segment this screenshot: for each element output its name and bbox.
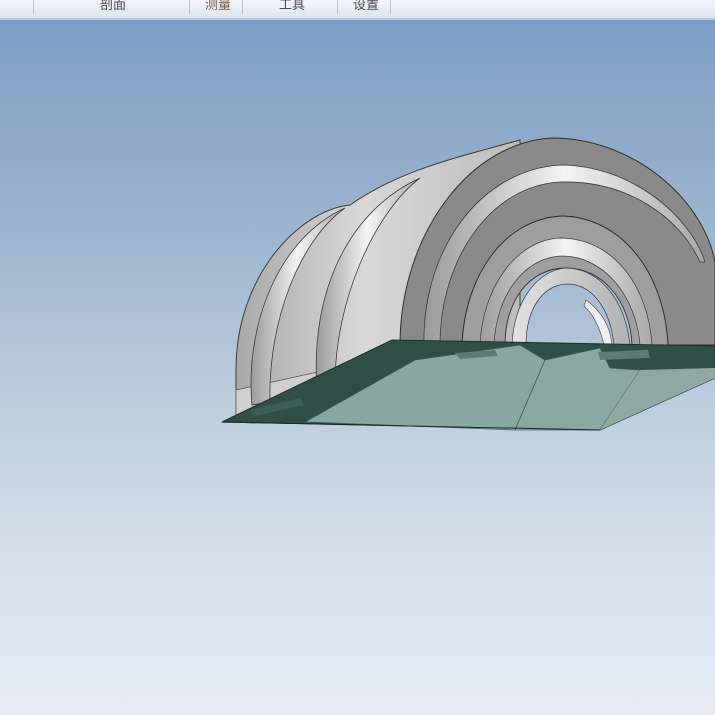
- toolbar-separator: [337, 0, 338, 14]
- tab-section[interactable]: 剖面: [90, 0, 136, 15]
- tunnel-arch-model[interactable]: [0, 20, 715, 715]
- 3d-viewport[interactable]: [0, 20, 715, 715]
- toolbar-separator: [189, 0, 190, 14]
- tab-tools[interactable]: 工具: [269, 0, 315, 15]
- toolbar-separator: [33, 0, 34, 14]
- toolbar: 剖面 测量 工具 设置: [0, 0, 715, 20]
- toolbar-separator: [390, 0, 391, 14]
- tab-measure[interactable]: 测量: [195, 0, 241, 15]
- toolbar-separator: [242, 0, 243, 14]
- tab-settings[interactable]: 设置: [343, 0, 389, 15]
